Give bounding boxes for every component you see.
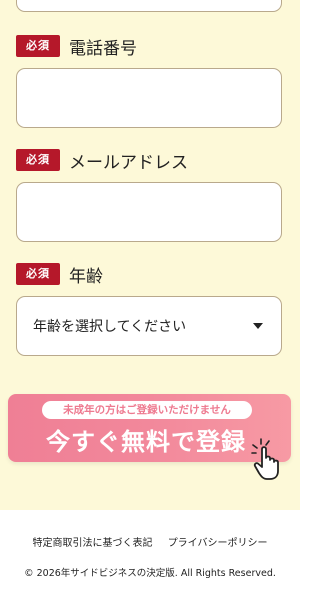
required-badge: 必須 — [16, 35, 60, 57]
hand-pointer-icon — [251, 438, 279, 480]
register-button[interactable]: 未成年の方はご登録いただけません 今すぐ無料で登録 — [8, 394, 291, 462]
registration-form: 必須 電話番号 必須 メールアドレス 必須 年齢 年齢を選択してください 未成年… — [0, 0, 300, 510]
phone-label-text: 電話番号 — [69, 38, 137, 59]
phone-label: 必須 電話番号 — [16, 34, 137, 59]
email-label: 必須 メールアドレス — [16, 148, 188, 173]
chevron-down-icon — [253, 323, 263, 329]
copyright-text: © 2026年サイドビジネスの決定版. All Rights Reserved. — [24, 568, 276, 579]
site-footer: 特定商取引法に基づく表記 プライバシーポリシー © 2026年サイドビジネスの決… — [0, 510, 300, 600]
email-label-text: メールアドレス — [69, 152, 188, 173]
age-select-value: 年齢を選択してください — [33, 319, 187, 335]
cta-notice: 未成年の方はご登録いただけません — [42, 401, 252, 419]
required-badge: 必須 — [16, 149, 60, 171]
footer-link-privacy-policy[interactable]: プライバシーポリシー — [168, 538, 268, 549]
email-input[interactable] — [16, 182, 282, 242]
cta-label: 今すぐ無料で登録 — [46, 428, 246, 456]
footer-link-commerce-law[interactable]: 特定商取引法に基づく表記 — [33, 538, 153, 549]
footer-links: 特定商取引法に基づく表記 プライバシーポリシー — [0, 534, 300, 549]
age-select[interactable]: 年齢を選択してください — [16, 296, 282, 356]
age-label-text: 年齢 — [69, 266, 103, 287]
required-badge: 必須 — [16, 263, 60, 285]
age-label: 必須 年齢 — [16, 262, 103, 287]
previous-input-field[interactable] — [16, 0, 282, 12]
phone-input[interactable] — [16, 68, 282, 128]
